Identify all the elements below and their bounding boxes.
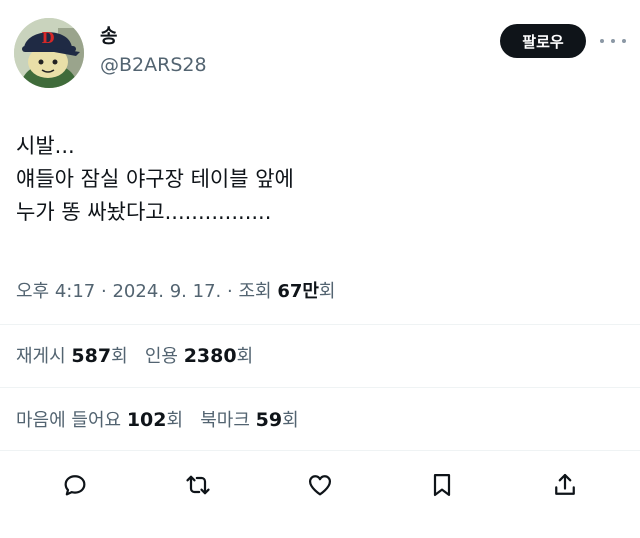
more-dot — [600, 39, 604, 43]
tweet-header: D 송 @B2ARS28 팔로우 — [14, 16, 626, 96]
views-count: 67만 — [277, 281, 319, 302]
likes-suffix: 회 — [166, 410, 184, 431]
divider — [0, 450, 640, 451]
likes-count: 102 — [126, 409, 167, 431]
quotes-stat[interactable]: 인용 2380회 — [144, 345, 254, 367]
likes-label: 마음에 들어요 — [16, 410, 122, 431]
bookmarks-label: 북마크 — [200, 410, 250, 431]
like-bookmark-stats: 마음에 들어요 102회 북마크 59회 — [16, 406, 299, 432]
reposts-stat[interactable]: 재게시 587회 — [16, 345, 128, 367]
divider — [0, 324, 640, 325]
repost-icon[interactable] — [178, 465, 218, 505]
follow-button[interactable]: 팔로우 — [500, 24, 586, 58]
more-dot — [611, 39, 615, 43]
author-names: 송 @B2ARS28 — [100, 24, 207, 78]
tweet-line: 얘들아 잠실 야구장 테이블 앞에 — [16, 167, 294, 191]
views-label: 조회 — [238, 281, 272, 302]
reposts-count: 587 — [71, 345, 112, 367]
repost-quote-stats: 재게시 587회 인용 2380회 — [16, 342, 253, 368]
tweet-date[interactable]: 2024. 9. 17. — [112, 281, 221, 302]
user-handle[interactable]: @B2ARS28 — [100, 52, 207, 78]
reposts-suffix: 회 — [111, 346, 128, 367]
views-suffix: 회 — [318, 281, 336, 302]
divider — [0, 387, 640, 388]
more-icon[interactable] — [600, 30, 626, 52]
meta-separator: · — [101, 281, 107, 302]
quotes-count: 2380 — [183, 345, 237, 367]
avatar-image: D — [14, 18, 84, 88]
quotes-suffix: 회 — [236, 346, 254, 367]
bookmarks-count: 59 — [255, 409, 283, 431]
bookmarks-stat[interactable]: 북마크 59회 — [200, 409, 299, 431]
quotes-label: 인용 — [144, 346, 178, 367]
bookmarks-suffix: 회 — [282, 410, 299, 431]
reposts-label: 재게시 — [16, 346, 66, 367]
share-icon[interactable] — [545, 465, 585, 505]
heart-icon[interactable] — [300, 465, 340, 505]
tweet-time[interactable]: 오후 4:17 — [16, 281, 95, 302]
likes-stat[interactable]: 마음에 들어요 102회 — [16, 409, 184, 431]
more-dot — [622, 39, 626, 43]
display-name[interactable]: 송 — [100, 24, 207, 48]
meta-separator: · — [226, 281, 233, 302]
tweet-line: 누가 똥 싸놨다고................ — [16, 200, 272, 224]
tweet-line: 시발... — [16, 134, 75, 158]
action-bar — [0, 465, 640, 505]
reply-icon[interactable] — [55, 465, 95, 505]
avatar-letter: D — [41, 29, 54, 47]
tweet-meta: 오후 4:17 · 2024. 9. 17. · 조회 67만회 — [16, 277, 335, 303]
avatar[interactable]: D — [14, 18, 84, 88]
tweet-text: 시발... 얘들아 잠실 야구장 테이블 앞에 누가 똥 싸놨다고.......… — [16, 130, 294, 229]
bookmark-icon[interactable] — [422, 465, 462, 505]
